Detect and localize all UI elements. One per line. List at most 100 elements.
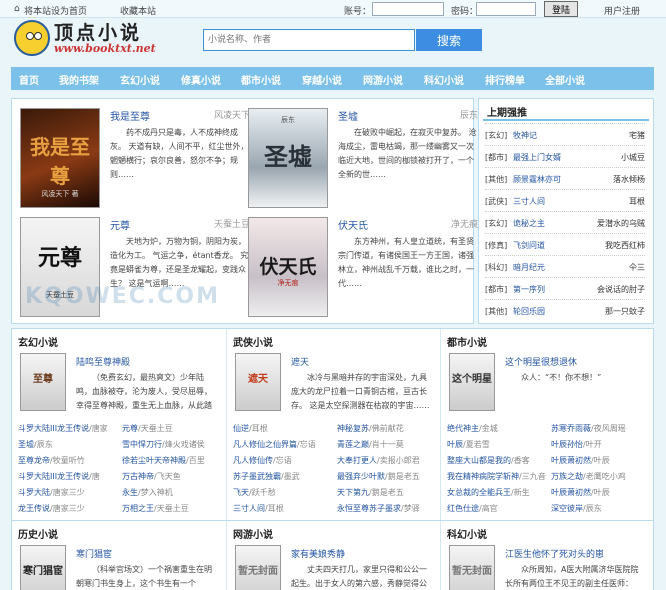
- section-list-item[interactable]: 至尊龙帝/牧童听竹: [18, 455, 121, 468]
- set-homepage-link[interactable]: 将本站设为首页: [24, 4, 87, 17]
- section-list-item[interactable]: 深空彼岸/辰东: [551, 503, 654, 516]
- section-list-item[interactable]: 凡人修仙传/忘语: [233, 455, 336, 468]
- section-book-title[interactable]: 江医生他怀了死对头的崽: [505, 547, 604, 560]
- rank-author[interactable]: 耳根: [629, 196, 645, 207]
- list-book-name[interactable]: 元尊: [122, 424, 138, 433]
- rank-author[interactable]: 爱潜水的乌贼: [597, 218, 645, 229]
- section-book-cover[interactable]: 暂无封面: [235, 545, 281, 590]
- list-book-name[interactable]: 苏寒乔雨薇: [551, 424, 591, 433]
- list-book-author[interactable]: /金城: [479, 424, 498, 433]
- section-list-item[interactable]: 斗罗大陆/唐家三少: [18, 487, 121, 500]
- list-book-name[interactable]: 叶辰萧初然: [551, 456, 591, 465]
- rank-book-link[interactable]: 暗月纪元: [513, 262, 545, 273]
- list-book-name[interactable]: 大奉打更人: [337, 456, 377, 465]
- book-title[interactable]: 我是至尊: [110, 108, 150, 123]
- section-list-item[interactable]: 天下第九/鹅是老五: [337, 487, 440, 500]
- section-list-item[interactable]: 斗罗大陆III龙王传说/唐: [18, 471, 121, 484]
- section-title[interactable]: 武侠小说: [233, 334, 273, 349]
- section-list-item[interactable]: 斗罗大陆III龙王传说/唐家: [18, 423, 121, 436]
- section-list-item[interactable]: 苏子墨武独霸/墨武: [233, 471, 336, 484]
- list-book-author[interactable]: /唐家三少: [50, 504, 85, 513]
- nav-chuanyue[interactable]: 穿越小说: [302, 72, 342, 87]
- nav-bookshelf[interactable]: 我的书架: [59, 72, 99, 87]
- rank-author[interactable]: 落水倾杨: [613, 174, 645, 185]
- list-book-author[interactable]: /唐家三少: [50, 488, 85, 497]
- section-list-item[interactable]: 元尊/天蚕土豆: [122, 423, 225, 436]
- list-book-author[interactable]: /肖十一莫: [369, 440, 404, 449]
- list-book-author[interactable]: /梦驿: [401, 504, 420, 513]
- list-book-author[interactable]: /新生: [511, 488, 530, 497]
- section-book-cover[interactable]: 至尊: [20, 353, 66, 411]
- nav-dushi[interactable]: 都市小说: [241, 72, 281, 87]
- list-book-name[interactable]: 斗罗大陆III龙王传说: [18, 424, 89, 433]
- list-book-author[interactable]: /夏若雪: [463, 440, 490, 449]
- search-button[interactable]: 搜索: [416, 29, 482, 51]
- section-list-item[interactable]: 雪中悍刀行/烽火戏诸侯: [122, 439, 225, 452]
- section-list-item[interactable]: 绝代神主/金城: [447, 423, 550, 436]
- list-book-author[interactable]: /鹅是老五: [369, 488, 404, 497]
- book-cover[interactable]: 伏天氏 净无痕: [248, 217, 328, 317]
- list-book-name[interactable]: 深空彼岸: [551, 504, 583, 513]
- rank-book-link[interactable]: 牧神记: [513, 130, 537, 141]
- rank-author[interactable]: 宅猪: [629, 130, 645, 141]
- section-list-item[interactable]: 最强弃少叶默/鹅是老五: [337, 471, 440, 484]
- section-list-item[interactable]: 万古神帝/飞天鱼: [122, 471, 225, 484]
- book-author[interactable]: 辰东: [460, 108, 478, 121]
- section-list-item[interactable]: 徐若尘叶天帝神殿/百里: [122, 455, 225, 468]
- section-list-item[interactable]: 永生/梦入神机: [122, 487, 225, 500]
- list-book-name[interactable]: 女总裁的全能兵王: [447, 488, 511, 497]
- list-book-name[interactable]: 最强弃少叶默: [337, 472, 385, 481]
- book-cover[interactable]: 圣墟 辰东: [248, 108, 328, 208]
- list-book-author[interactable]: /忘语: [273, 456, 292, 465]
- section-book-title[interactable]: 陆鸣至尊神殿: [76, 355, 130, 368]
- rank-author[interactable]: 那一只蚊子: [605, 306, 645, 317]
- rank-item[interactable]: [武侠] 三寸人间 耳根: [485, 189, 645, 211]
- section-title[interactable]: 历史小说: [18, 526, 58, 541]
- list-book-author[interactable]: /鹅是老五: [385, 472, 420, 481]
- list-book-name[interactable]: 至尊龙帝: [18, 456, 50, 465]
- rank-item[interactable]: [玄幻] 牧神记 宅猪: [485, 123, 645, 145]
- list-book-author[interactable]: /唐: [89, 472, 100, 481]
- rank-author[interactable]: 我吃西红柿: [605, 240, 645, 251]
- list-book-name[interactable]: 雪中悍刀行: [122, 440, 162, 449]
- section-title[interactable]: 网游小说: [233, 526, 273, 541]
- rank-book-link[interactable]: 第一序列: [513, 284, 545, 295]
- section-list-item[interactable]: 永恒至尊苏子墨求/梦驿: [337, 503, 440, 516]
- list-book-author[interactable]: /天蚕土豆: [138, 424, 173, 433]
- featured-book[interactable]: 伏天氏 净无痕 伏天氏 净无痕 东方神州，有人皇立道统，有圣贤宗门传道，有诸侯国…: [248, 217, 478, 317]
- rank-book-link[interactable]: 三寸人间: [513, 196, 545, 207]
- section-list-item[interactable]: 圣墟/辰东: [18, 439, 121, 452]
- section-list-item[interactable]: 整座大山都是我的/香客: [447, 455, 550, 468]
- list-book-name[interactable]: 永生: [122, 488, 138, 497]
- list-book-name[interactable]: 凡人修仙传: [233, 456, 273, 465]
- section-list-item[interactable]: 凡人修仙之仙界篇/忘语: [233, 439, 336, 452]
- section-book-cover[interactable]: 寒门猖宦: [20, 545, 66, 590]
- list-book-name[interactable]: 万族之劫: [551, 472, 583, 481]
- register-link[interactable]: 用户注册: [604, 4, 640, 17]
- nav-wangyou[interactable]: 网游小说: [363, 72, 403, 87]
- list-book-name[interactable]: 万相之王: [122, 504, 154, 513]
- nav-xuanhuan[interactable]: 玄幻小说: [120, 72, 160, 87]
- list-book-author[interactable]: /辰东: [34, 440, 53, 449]
- account-input[interactable]: [372, 2, 444, 16]
- list-book-author[interactable]: /高官: [479, 504, 498, 513]
- rank-book-link[interactable]: 轮回乐园: [513, 306, 545, 317]
- list-book-name[interactable]: 叶辰: [447, 440, 463, 449]
- list-book-name[interactable]: 万古神帝: [122, 472, 154, 481]
- rank-item[interactable]: [修真] 飞剑问道 我吃西红柿: [485, 233, 645, 255]
- list-book-name[interactable]: 神秘复苏: [337, 424, 369, 433]
- list-book-name[interactable]: 叶辰萧初然: [551, 488, 591, 497]
- rank-author[interactable]: 会说话的肘子: [597, 284, 645, 295]
- nav-xiuzhen[interactable]: 修真小说: [181, 72, 221, 87]
- nav-home[interactable]: 首页: [19, 72, 39, 87]
- list-book-author[interactable]: /叶辰: [591, 456, 610, 465]
- list-book-author[interactable]: /牧童听竹: [50, 456, 85, 465]
- list-book-author[interactable]: /辰东: [583, 504, 602, 513]
- book-author[interactable]: 天蚕土豆: [214, 217, 250, 230]
- nav-rank[interactable]: 排行榜单: [485, 72, 525, 87]
- book-author[interactable]: 净无痕: [451, 217, 478, 230]
- section-list-item[interactable]: 我在精神病院学斩神/三九音: [447, 471, 550, 484]
- list-book-author[interactable]: /天蚕土豆: [154, 504, 189, 513]
- section-list-item[interactable]: 万族之劫/老鹰吃小鸡: [551, 471, 654, 484]
- login-button[interactable]: 登陆: [544, 1, 578, 17]
